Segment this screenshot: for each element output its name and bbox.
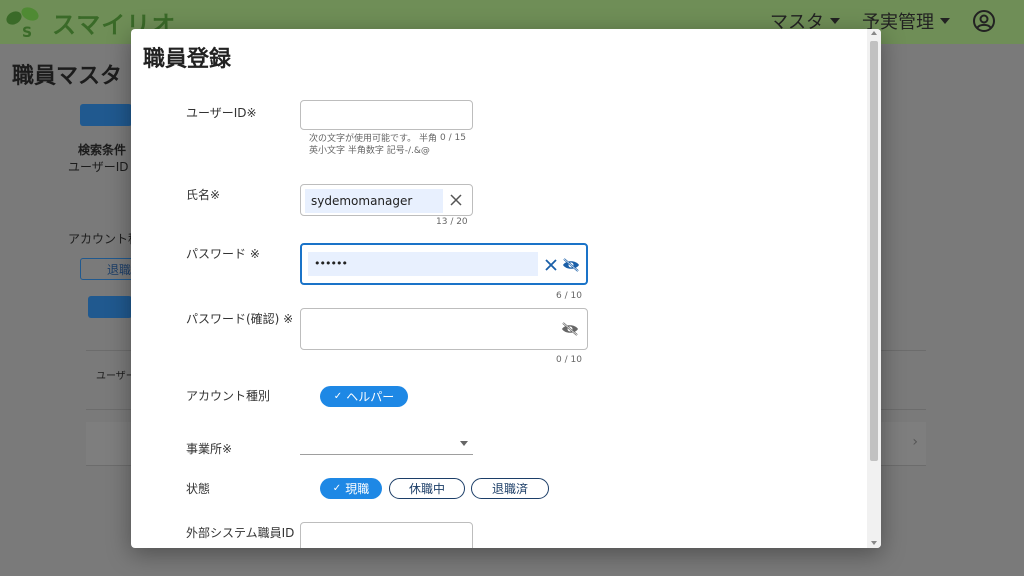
visibility-off-icon[interactable]	[562, 256, 580, 274]
background-account-label: アカウント種	[68, 232, 141, 246]
account-type-chip-helper[interactable]: ✓ ヘルパー	[320, 386, 408, 407]
status-chip-on-leave[interactable]: 休職中	[389, 478, 465, 499]
scroll-thumb[interactable]	[870, 41, 878, 461]
background-user-id-label: ユーザーID	[68, 160, 129, 174]
chevron-down-icon	[830, 18, 840, 24]
name-counter: 13 / 20	[436, 217, 468, 227]
password-counter: 6 / 10	[556, 291, 582, 301]
name-input[interactable]: sydemomanager	[300, 184, 473, 216]
external-id-label: 外部システム職員ID	[186, 526, 295, 540]
password-confirm-input[interactable]	[300, 308, 588, 350]
user-id-label: ユーザーID※	[186, 106, 257, 120]
dialog-title: 職員登録	[143, 47, 232, 72]
name-value: sydemomanager	[305, 189, 443, 213]
account-type-chip-label: ヘルパー	[346, 390, 395, 404]
chevron-down-icon	[940, 18, 950, 24]
external-id-input[interactable]	[300, 522, 473, 548]
scroll-down-icon[interactable]	[871, 541, 877, 545]
user-id-input[interactable]	[300, 100, 473, 130]
check-icon: ✓	[332, 483, 342, 494]
password-input[interactable]: ••••••	[300, 243, 588, 285]
dialog-scrollbar[interactable]	[867, 29, 881, 548]
svg-text:S: S	[22, 25, 32, 40]
account-circle-icon[interactable]	[972, 9, 996, 33]
password-confirm-counter: 0 / 10	[556, 355, 582, 365]
visibility-off-icon[interactable]	[561, 320, 579, 338]
clear-icon[interactable]	[447, 191, 465, 209]
staff-registration-dialog: 職員登録 ユーザーID※ 次の文字が使用可能です。 半角英小文字 半角数字 記号…	[131, 29, 881, 548]
clear-icon[interactable]	[542, 256, 560, 274]
office-select[interactable]	[300, 454, 473, 455]
check-icon: ✓	[333, 391, 343, 402]
dropdown-arrow-icon[interactable]	[460, 441, 468, 446]
chevron-right-icon: ›	[912, 434, 918, 450]
scroll-up-icon[interactable]	[871, 31, 877, 35]
status-label: 状態	[186, 482, 211, 496]
password-confirm-label: パスワード(確認) ※	[186, 312, 294, 326]
user-id-counter: 0 / 15	[440, 133, 466, 143]
password-label: パスワード ※	[186, 247, 260, 261]
background-search-button	[88, 296, 132, 318]
office-label: 事業所※	[186, 442, 233, 456]
logo-leaf-icon: S	[6, 7, 39, 40]
name-label: 氏名※	[186, 188, 221, 202]
status-chip-label: 退職済	[491, 482, 528, 496]
user-id-hint: 次の文字が使用可能です。 半角英小文字 半角数字 記号-/.&@	[309, 134, 437, 156]
status-chip-active[interactable]: ✓ 現職	[320, 478, 382, 499]
page-title: 職員マスタ	[12, 64, 123, 89]
background-primary-button	[80, 104, 132, 126]
status-chip-label: 休職中	[408, 482, 445, 496]
status-chip-label: 現職	[345, 482, 370, 496]
status-chip-retired[interactable]: 退職済	[471, 478, 549, 499]
search-condition-label: 検索条件	[78, 143, 127, 157]
background-table-col-user: ユーザー	[96, 371, 136, 382]
account-type-label: アカウント種別	[186, 389, 271, 403]
password-value: ••••••	[308, 252, 538, 276]
